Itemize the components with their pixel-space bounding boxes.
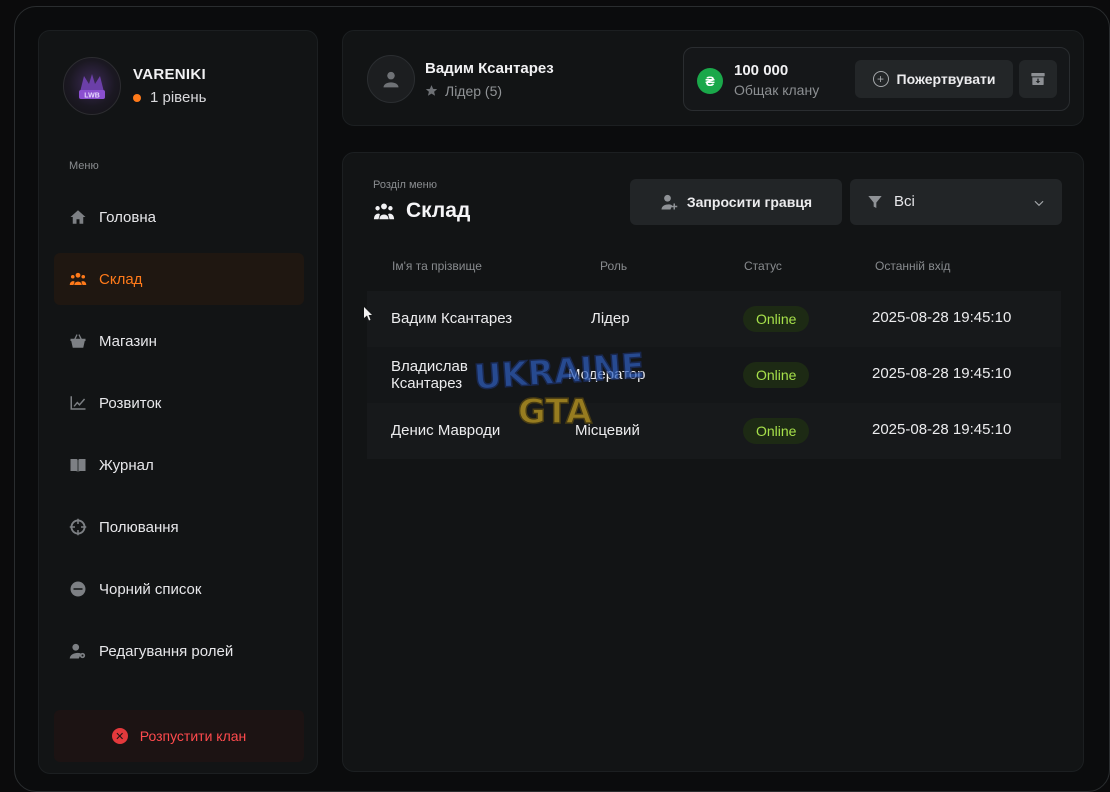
- people-icon: [69, 270, 87, 288]
- filter-icon: [867, 194, 883, 210]
- basket-icon: [69, 332, 87, 350]
- menu-caption: Меню: [69, 160, 99, 172]
- people-icon: [373, 203, 395, 220]
- sidebar-item-label: Редагування ролей: [99, 642, 234, 660]
- sidebar-item-label: Розвиток: [99, 394, 162, 412]
- column-header-status[interactable]: Статус: [744, 259, 782, 273]
- table-row[interactable]: Вадим Ксантарез Лідер Online 2025-08-28 …: [367, 291, 1061, 347]
- user-role: Лідер (5): [425, 83, 554, 99]
- archive-button[interactable]: [1019, 60, 1057, 98]
- clan-header: LWB VARENIKI 1 рівень: [63, 57, 206, 115]
- avatar: [367, 55, 415, 103]
- user-role-label: Лідер (5): [445, 82, 503, 99]
- user-add-icon: [661, 194, 678, 210]
- page-title: Склад: [373, 199, 470, 223]
- sidebar-menu: Головна Склад Магазин Розвиток Журнал По…: [54, 191, 304, 687]
- clan-logo-icon: LWB: [79, 74, 105, 100]
- sidebar-item-development[interactable]: Розвиток: [54, 377, 304, 429]
- member-last-login: 2025-08-28 19:45:10: [872, 309, 1012, 326]
- archive-icon: [1031, 73, 1045, 85]
- section-caption: Розділ меню: [373, 179, 437, 191]
- top-header: Вадим Ксантарез Лідер (5) ₴ 100 000 Обща…: [342, 30, 1084, 126]
- column-header-role[interactable]: Роль: [600, 259, 627, 273]
- chart-line-icon: [69, 394, 87, 412]
- bank-caption: Общак клану: [734, 82, 820, 98]
- member-last-login: 2025-08-28 19:45:10: [872, 421, 1012, 438]
- clan-bank: ₴ 100 000 Общак клану + Пожертвувати: [683, 47, 1070, 111]
- close-circle-icon: ✕: [111, 728, 128, 744]
- minus-circle-icon: [69, 580, 87, 598]
- star-icon: [425, 85, 438, 96]
- clan-level: 1 рівень: [133, 89, 206, 106]
- sidebar-item-journal[interactable]: Журнал: [54, 439, 304, 491]
- role-filter-select[interactable]: Всі: [850, 179, 1062, 225]
- sidebar-item-shop[interactable]: Магазин: [54, 315, 304, 367]
- user-icon: [383, 71, 399, 88]
- sidebar-item-label: Магазин: [99, 332, 157, 350]
- invite-player-label: Запросити гравця: [686, 194, 813, 210]
- column-header-last-login[interactable]: Останній вхід: [875, 259, 950, 273]
- sidebar-item-label: Головна: [99, 208, 156, 226]
- hryvnia-coin-icon: ₴: [697, 68, 723, 94]
- user-gear-icon: [69, 642, 87, 660]
- clan-level-label: 1 рівень: [150, 89, 207, 106]
- sidebar-item-label: Журнал: [99, 456, 154, 474]
- plus-circle-icon: +: [872, 71, 889, 87]
- status-badge: Online: [743, 418, 810, 444]
- invite-player-button[interactable]: Запросити гравця: [630, 179, 842, 225]
- clan-name: VARENIKI: [133, 66, 206, 83]
- disband-clan-label: Розпустити клан: [139, 728, 247, 744]
- status-badge: Online: [743, 306, 810, 332]
- book-icon: [69, 456, 87, 474]
- member-role: Лідер: [591, 310, 630, 327]
- crosshair-icon: [69, 518, 87, 536]
- mouse-cursor-icon: [364, 307, 372, 321]
- member-name: Денис Мавроди: [391, 422, 501, 439]
- filter-value: Всі: [894, 193, 915, 210]
- sidebar-item-label: Склад: [99, 270, 143, 288]
- current-user: Вадим Ксантарез Лідер (5): [367, 55, 554, 103]
- member-role: Модератор: [568, 366, 646, 383]
- user-name: Вадим Ксантарез: [425, 59, 554, 77]
- bank-amount: 100 000: [734, 62, 789, 79]
- table-header: Ім'я та прізвище Роль Статус Останній вх…: [367, 259, 1061, 275]
- sidebar: LWB VARENIKI 1 рівень Меню Головна Склад…: [38, 30, 318, 774]
- table-row[interactable]: Владислав Ксантарез Модератор Online 202…: [367, 347, 1061, 403]
- sidebar-item-home[interactable]: Головна: [54, 191, 304, 243]
- svg-text:LWB: LWB: [84, 93, 100, 100]
- level-dot-icon: [133, 93, 141, 102]
- disband-clan-button[interactable]: ✕ Розпустити клан: [54, 710, 304, 762]
- members-table: Вадим Ксантарез Лідер Online 2025-08-28 …: [367, 291, 1061, 459]
- donate-button[interactable]: + Пожертвувати: [855, 60, 1013, 98]
- sidebar-item-label: Полювання: [99, 518, 179, 536]
- sidebar-item-roster[interactable]: Склад: [54, 253, 304, 305]
- donate-label: Пожертвувати: [896, 71, 996, 87]
- chevron-down-icon: [1032, 196, 1046, 210]
- member-last-login: 2025-08-28 19:45:10: [872, 365, 1012, 382]
- sidebar-item-hunting[interactable]: Полювання: [54, 501, 304, 553]
- home-icon: [69, 208, 87, 226]
- table-row[interactable]: Денис Мавроди Місцевий Online 2025-08-28…: [367, 403, 1061, 459]
- status-badge: Online: [743, 362, 810, 388]
- member-name: Вадим Ксантарез: [391, 310, 513, 327]
- page-title-text: Склад: [406, 199, 471, 222]
- sidebar-item-blacklist[interactable]: Чорний список: [54, 563, 304, 615]
- column-header-name[interactable]: Ім'я та прізвище: [392, 259, 482, 273]
- member-name: Владислав Ксантарез: [391, 358, 468, 392]
- clan-logo: LWB: [63, 57, 121, 115]
- sidebar-item-edit-roles[interactable]: Редагування ролей: [54, 625, 304, 677]
- sidebar-item-label: Чорний список: [99, 580, 202, 598]
- roster-panel: Розділ меню Склад Запросити гравця Всі І…: [342, 152, 1084, 772]
- member-role: Місцевий: [575, 422, 640, 439]
